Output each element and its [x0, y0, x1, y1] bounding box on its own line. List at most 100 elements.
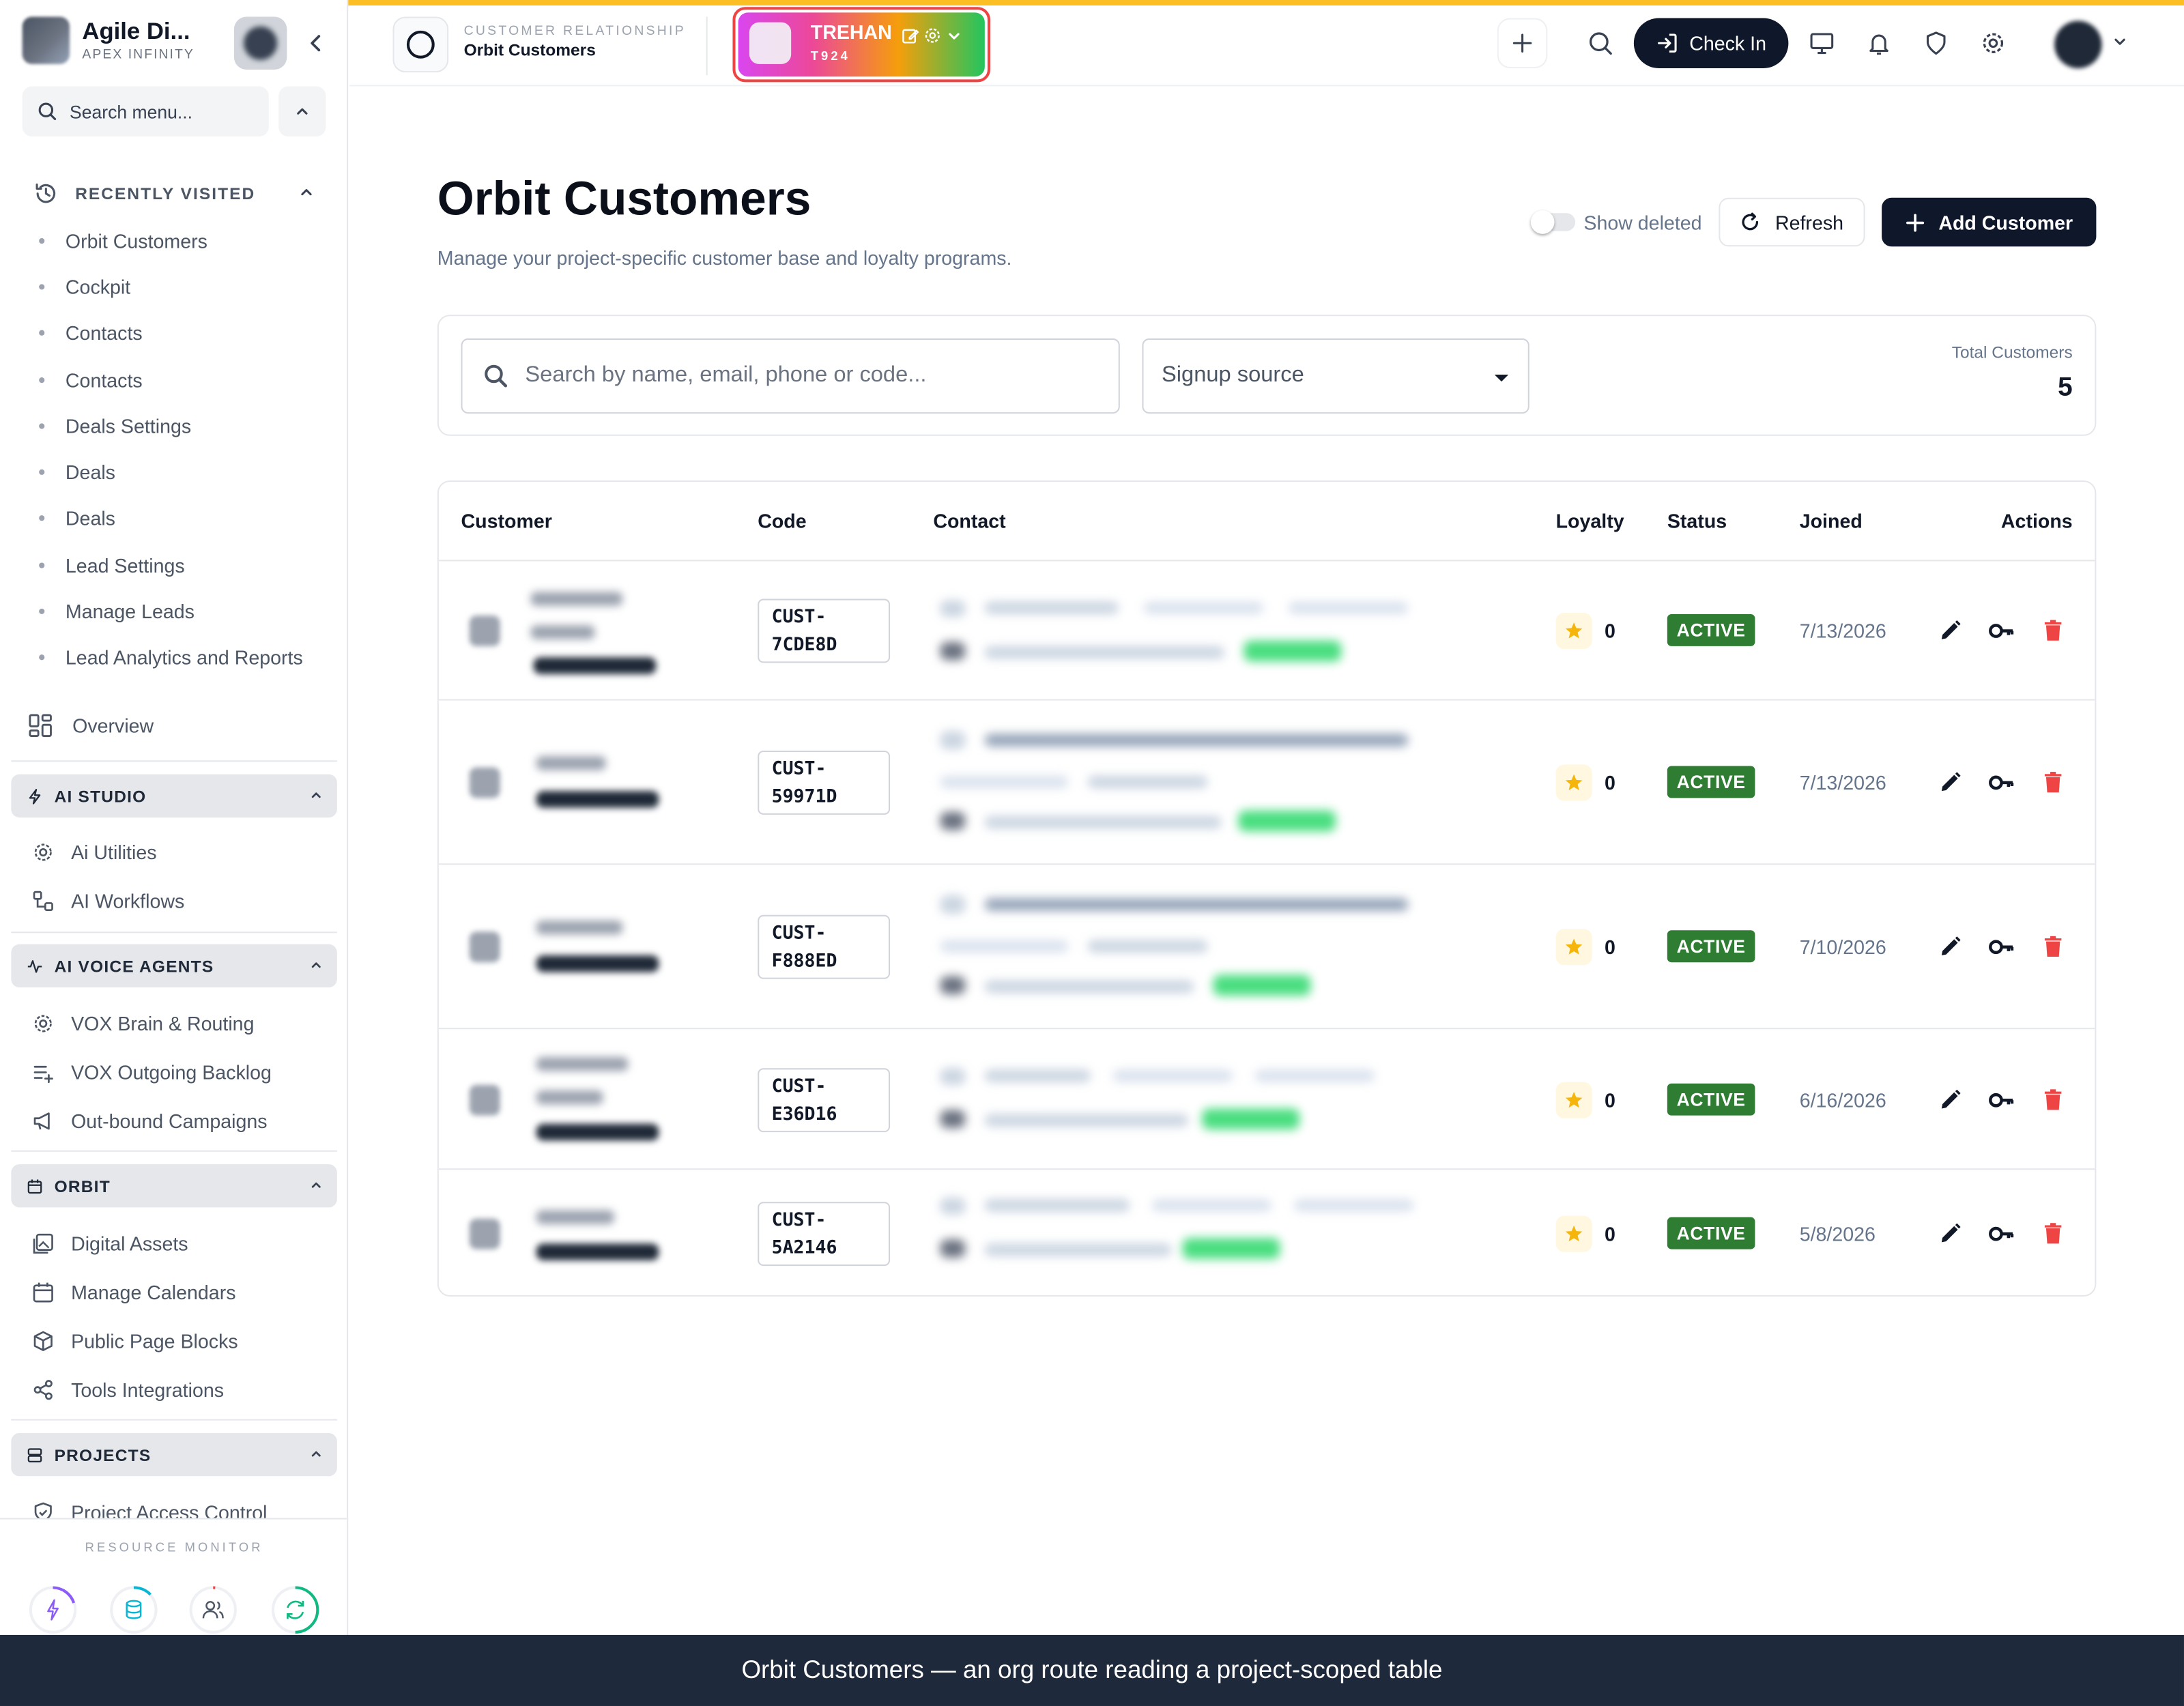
- top-header: CUSTOMER RELATIONSHIP Orbit Customers TR…: [349, 5, 2184, 87]
- sidebar-item-manage-calendars[interactable]: Manage Calendars: [31, 1275, 236, 1309]
- sidebar-item-vox-brain[interactable]: VOX Brain & Routing: [31, 1007, 254, 1040]
- sidebar-item-label: AI Workflows: [71, 890, 185, 912]
- table-row[interactable]: CUST- 7CDE8D 0 ACTIVE 7/13/2026: [438, 561, 2095, 701]
- access-key-button[interactable]: [1987, 1220, 2015, 1248]
- section-ai-voice-agents[interactable]: AI VOICE AGENTS: [11, 944, 337, 987]
- delete-button[interactable]: [2039, 1220, 2067, 1248]
- resource-cpu-gauge[interactable]: [28, 1585, 78, 1634]
- recent-item[interactable]: Orbit Customers: [33, 217, 303, 263]
- access-key-button[interactable]: [1987, 769, 2015, 797]
- delete-button[interactable]: [2039, 933, 2067, 961]
- recently-visited-header[interactable]: RECENTLY VISITED: [33, 178, 326, 209]
- show-deleted-toggle[interactable]: [1530, 210, 1576, 234]
- access-key-button[interactable]: [1987, 1086, 2015, 1114]
- bolt-icon: [29, 1586, 77, 1634]
- edit-button[interactable]: [1936, 933, 1964, 961]
- sidebar-item-tools-integrations[interactable]: Tools Integrations: [31, 1373, 224, 1406]
- access-key-button[interactable]: [1987, 933, 2015, 961]
- security-button[interactable]: [1911, 18, 1961, 68]
- monitor-button[interactable]: [1797, 18, 1847, 68]
- sidebar-item-vox-backlog[interactable]: VOX Outgoing Backlog: [31, 1056, 272, 1089]
- recent-item[interactable]: Contacts: [33, 356, 303, 403]
- refresh-button[interactable]: Refresh: [1719, 197, 1865, 247]
- collapse-sidebar-icon[interactable]: [305, 31, 328, 56]
- table-row[interactable]: CUST- F888ED 0 ACTIVE 7/10/2026: [438, 865, 2095, 1030]
- sidebar-item-digital-assets[interactable]: Digital Assets: [31, 1227, 188, 1260]
- show-deleted-label: Show deleted: [1583, 212, 1702, 234]
- app-root: Agile Di... APEX INFINITY Search menu...…: [0, 0, 2184, 1706]
- sidebar-item-ai-utilities[interactable]: Ai Utilities: [31, 835, 157, 869]
- delete-button[interactable]: [2039, 1086, 2067, 1114]
- section-ai-studio[interactable]: AI STUDIO: [11, 774, 337, 818]
- column-header-status: Status: [1667, 509, 1727, 532]
- sidebar-item-overview[interactable]: Overview: [28, 713, 154, 738]
- contact-redacted: [1288, 601, 1409, 614]
- check-in-button[interactable]: Check In: [1633, 18, 1789, 68]
- quick-add-button[interactable]: [1497, 18, 1548, 68]
- module-icon[interactable]: [392, 16, 449, 73]
- recent-item[interactable]: Contacts: [33, 310, 303, 356]
- user-avatar[interactable]: [2054, 20, 2102, 68]
- resource-users-gauge[interactable]: [188, 1585, 238, 1634]
- sidebar-item-ai-workflows[interactable]: AI Workflows: [31, 884, 184, 918]
- resource-sync-gauge[interactable]: [270, 1585, 320, 1634]
- brand[interactable]: Agile Di... APEX INFINITY: [22, 16, 195, 64]
- customer-avatar: [469, 1084, 500, 1116]
- search-menu-input[interactable]: Search menu...: [22, 86, 269, 136]
- bullet-dot: [39, 237, 45, 244]
- table-row[interactable]: CUST- 5A2146 0 ACTIVE 5/8/2026: [439, 1170, 2095, 1295]
- sidebar-item-public-page-blocks[interactable]: Public Page Blocks: [31, 1325, 238, 1358]
- access-key-button[interactable]: [1987, 617, 2015, 645]
- table-row[interactable]: CUST- E36D16 0 ACTIVE 6/16/2026: [438, 1029, 2095, 1170]
- delete-button[interactable]: [2039, 769, 2067, 797]
- key-icon: [1989, 1093, 2014, 1108]
- edit-icon[interactable]: [901, 27, 919, 45]
- section-projects[interactable]: PROJECTS: [11, 1432, 337, 1477]
- chevron-down-icon[interactable]: [2112, 33, 2128, 50]
- chevron-up-icon: [311, 962, 321, 968]
- sidebar-item-outbound-campaigns[interactable]: Out-bound Campaigns: [31, 1104, 268, 1138]
- edit-button[interactable]: [1936, 1220, 1964, 1248]
- recent-item[interactable]: Cockpit: [33, 263, 303, 310]
- contact-redacted: [940, 1068, 966, 1085]
- project-selector[interactable]: TREHAN T924: [732, 7, 991, 83]
- status-badge: ACTIVE: [1667, 613, 1755, 646]
- recent-item[interactable]: Deals: [33, 449, 303, 495]
- workflow-icon: [33, 891, 53, 911]
- divider: [0, 1518, 347, 1520]
- recent-item[interactable]: Deals: [33, 495, 303, 542]
- menu-collapse-toggle[interactable]: [278, 86, 326, 136]
- contact-redacted: [940, 811, 966, 830]
- add-customer-button[interactable]: Add Customer: [1882, 197, 2097, 247]
- settings-icon[interactable]: [923, 27, 942, 45]
- edit-button[interactable]: [1936, 617, 1964, 645]
- recent-item[interactable]: Lead Analytics and Reports: [33, 635, 303, 681]
- recent-item[interactable]: Deals Settings: [33, 403, 303, 449]
- contact-redacted: [1213, 974, 1311, 996]
- loyalty-star-badge: [1555, 1215, 1592, 1252]
- signup-source-select[interactable]: Signup source: [1142, 338, 1529, 414]
- settings-button[interactable]: [1968, 18, 2018, 68]
- customer-search-input[interactable]: Search by name, email, phone or code...: [461, 338, 1120, 414]
- edit-button[interactable]: [1936, 1086, 1964, 1114]
- contact-redacted: [1293, 1199, 1414, 1212]
- recent-item[interactable]: Manage Leads: [33, 588, 303, 635]
- global-search-button[interactable]: [1575, 18, 1625, 68]
- contact-redacted: [984, 734, 1409, 747]
- bell-icon: [1869, 34, 1888, 55]
- notifications-button[interactable]: [1854, 18, 1903, 68]
- contact-redacted: [984, 601, 1119, 614]
- cube-icon: [33, 1331, 53, 1351]
- edit-button[interactable]: [1936, 769, 1964, 797]
- gear-cog-icon: [34, 1015, 52, 1032]
- section-orbit[interactable]: ORBIT: [11, 1164, 337, 1208]
- refresh-icon: [271, 1586, 319, 1634]
- table-row[interactable]: CUST- 59971D 0 ACTIVE 7/13/2026: [438, 701, 2095, 865]
- contact-redacted: [1202, 1108, 1300, 1130]
- workspace-switcher-button[interactable]: [233, 16, 287, 70]
- chevron-down-icon[interactable]: [946, 27, 962, 44]
- recent-item[interactable]: Lead Settings: [33, 542, 303, 588]
- delete-button[interactable]: [2039, 617, 2067, 645]
- resource-storage-gauge[interactable]: [109, 1585, 158, 1634]
- gear-icon: [1983, 33, 2004, 53]
